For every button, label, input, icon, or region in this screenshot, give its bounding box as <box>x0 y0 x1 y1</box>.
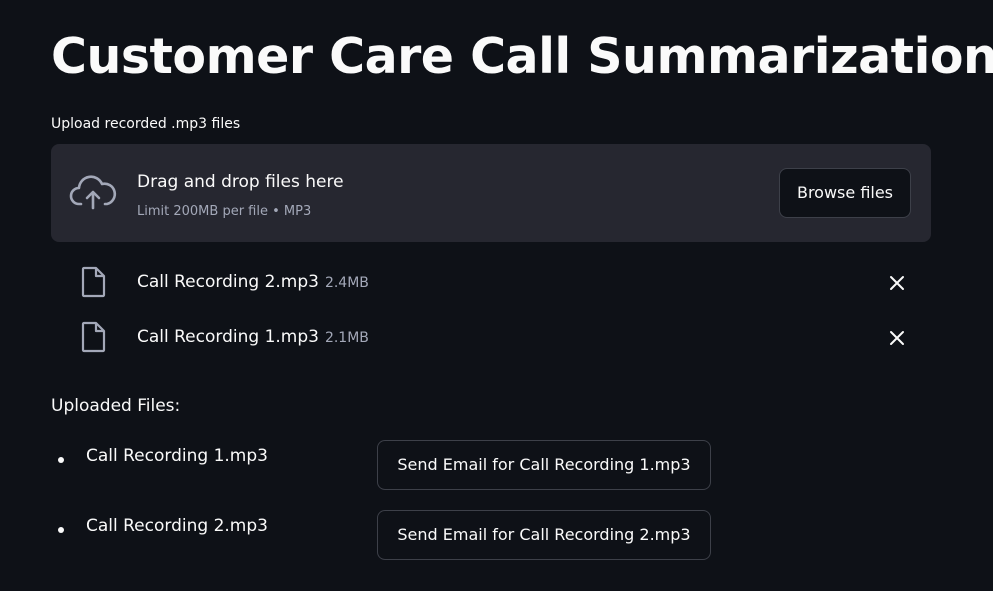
list-item-name: Call Recording 2.mp3 <box>86 516 268 536</box>
dropzone-limit-text: Limit 200MB per file • MP3 <box>137 204 312 219</box>
bullet-icon <box>58 457 64 463</box>
bullet-icon <box>58 527 64 533</box>
list-item: Call Recording 2.mp3 Send Email for Call… <box>51 510 751 560</box>
send-email-button[interactable]: Send Email for Call Recording 1.mp3 <box>377 440 711 490</box>
app-page: Customer Care Call Summarization Upload … <box>0 0 993 591</box>
close-icon[interactable] <box>886 327 908 349</box>
close-icon[interactable] <box>886 272 908 294</box>
browse-files-button[interactable]: Browse files <box>779 168 911 218</box>
file-icon <box>81 321 106 353</box>
file-name: Call Recording 1.mp3 2.1MB <box>137 327 369 347</box>
list-item: Call Recording 1.mp3 Send Email for Call… <box>51 440 751 490</box>
file-size: 2.4MB <box>324 275 369 291</box>
file-name: Call Recording 2.mp3 2.4MB <box>137 272 369 292</box>
dropzone-instructions: Drag and drop files here <box>137 172 344 192</box>
list-item-name: Call Recording 1.mp3 <box>86 446 268 466</box>
uploaded-file-row: Call Recording 1.mp3 2.1MB <box>51 317 931 357</box>
page-title: Customer Care Call Summarization <box>51 28 993 85</box>
file-icon <box>81 266 106 298</box>
uploader-label: Upload recorded .mp3 files <box>51 116 241 132</box>
cloud-upload-icon <box>69 175 117 210</box>
uploaded-file-row: Call Recording 2.mp3 2.4MB <box>51 262 931 302</box>
uploaded-files-heading: Uploaded Files: <box>51 396 181 416</box>
file-dropzone[interactable]: Drag and drop files here Limit 200MB per… <box>51 144 931 242</box>
send-email-button[interactable]: Send Email for Call Recording 2.mp3 <box>377 510 711 560</box>
file-size: 2.1MB <box>324 330 369 346</box>
